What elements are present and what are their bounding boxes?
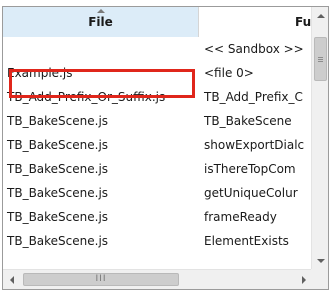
- function-cell: TB_Add_Prefix_C: [204, 90, 303, 104]
- scroll-down-button[interactable]: [312, 252, 328, 269]
- horizontal-scrollbar[interactable]: III: [3, 269, 312, 289]
- scroll-left-button[interactable]: [3, 270, 20, 289]
- scroll-up-button[interactable]: [312, 7, 328, 24]
- file-cell: TB_BakeScene.js: [7, 186, 109, 200]
- function-cell: ElementExists: [204, 234, 289, 248]
- table-row[interactable]: TB_BakeScene.js getUniqueColur: [3, 181, 312, 205]
- arrow-up-icon: [316, 13, 325, 18]
- file-cell: TB_BakeScene.js: [7, 162, 109, 176]
- table-row[interactable]: << Sandbox >>: [3, 37, 312, 61]
- vertical-scrollbar[interactable]: [311, 7, 328, 269]
- column-header-function-label: Functic: [295, 15, 312, 29]
- table-row[interactable]: TB_BakeScene.js showExportDialc: [3, 133, 312, 157]
- function-cell: << Sandbox >>: [204, 42, 304, 56]
- scroll-right-button[interactable]: [295, 270, 312, 289]
- horizontal-scroll-thumb[interactable]: III: [23, 273, 179, 286]
- column-header-function[interactable]: Functic: [199, 7, 312, 37]
- column-header-file-label: File: [88, 15, 113, 29]
- sort-ascending-icon: [96, 9, 105, 13]
- table-row[interactable]: TB_BakeScene.js TB_BakeScene: [3, 109, 312, 133]
- function-cell: TB_BakeScene: [204, 114, 292, 128]
- table-row[interactable]: TB_BakeScene.js frameReady: [3, 205, 312, 229]
- file-cell: TB_BakeScene.js: [7, 138, 109, 152]
- highlight-box: [9, 69, 195, 98]
- arrow-down-icon: [316, 258, 325, 263]
- function-cell: <file 0>: [204, 66, 254, 80]
- table-row[interactable]: TB_BakeScene.js ElementExists: [3, 229, 312, 253]
- function-cell: showExportDialc: [204, 138, 305, 152]
- function-cell: isThereTopCom: [204, 162, 296, 176]
- function-cell: getUniqueColur: [204, 186, 298, 200]
- table-row[interactable]: TB_BakeScene.js isThereTopCom: [3, 157, 312, 181]
- file-cell: TB_BakeScene.js: [7, 234, 109, 248]
- file-function-list: File Functic << Sandbox >> Example.js <f…: [2, 6, 329, 290]
- file-cell: TB_BakeScene.js: [7, 210, 109, 224]
- function-cell: frameReady: [204, 210, 277, 224]
- table-header: File Functic: [3, 7, 312, 37]
- scrollbar-corner: [311, 269, 328, 289]
- vertical-scroll-thumb[interactable]: [314, 37, 327, 81]
- grip-icon: III: [95, 274, 107, 284]
- column-header-file[interactable]: File: [3, 7, 199, 37]
- file-cell: TB_BakeScene.js: [7, 114, 109, 128]
- grip-icon: [318, 56, 323, 62]
- arrow-left-icon: [9, 276, 14, 284]
- arrow-right-icon: [301, 276, 306, 284]
- table: File Functic << Sandbox >> Example.js <f…: [3, 7, 312, 269]
